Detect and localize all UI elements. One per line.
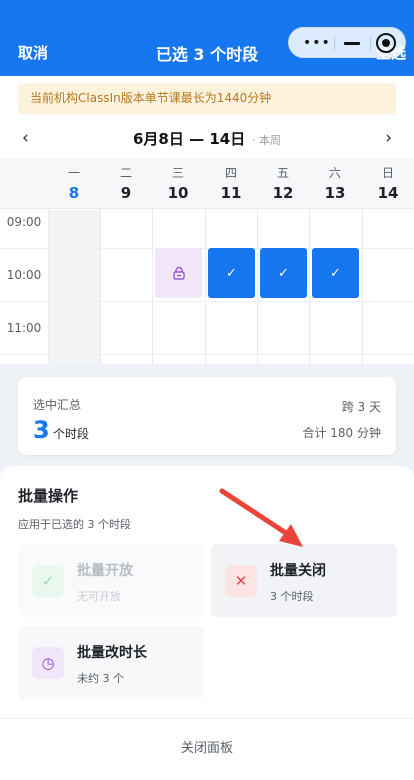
title-bar: 取消 已选 3 个时段 全选 ••• [0, 0, 414, 76]
day-header-mon[interactable]: 一 8 [48, 158, 100, 209]
summary-day-span: 跨 3 天 [341, 400, 381, 414]
weekday-label: 日 [381, 166, 394, 180]
sheet-title: 批量操作 [18, 487, 79, 505]
batch-close-button[interactable]: ✕ 批量关闭 3 个时段 [211, 544, 397, 617]
weekday-label: 六 [328, 166, 341, 180]
divider [0, 718, 414, 719]
capsule-divider [370, 36, 371, 51]
close-panel-button[interactable]: 关闭面板 [0, 737, 414, 756]
header: 取消 已选 3 个时段 全选 ••• 当前机构ClassIn版本单节课最长为14… [0, 0, 414, 122]
week-calendar: 一 8 二 9 三 10 四 11 五 12 六 13 日 14 09:00 1… [0, 158, 414, 364]
duration-notice: 当前机构ClassIn版本单节课最长为1440分钟 [18, 83, 396, 114]
selection-summary: 选中汇总 3 个时段 跨 3 天 合计 180 分钟 [18, 377, 396, 455]
summary-title: 选中汇总 [33, 398, 82, 412]
weekday-label: 二 [119, 166, 132, 180]
week-range-label: 6月8日 — 14日 [133, 130, 246, 148]
minimize-icon[interactable] [344, 42, 360, 45]
day-header-thu[interactable]: 四 11 [205, 158, 257, 209]
day-header-fri[interactable]: 五 12 [257, 158, 309, 209]
day-header-tue[interactable]: 二 9 [100, 158, 152, 209]
summary-count: 3 [33, 416, 50, 444]
weekday-label: 一 [67, 166, 80, 180]
grid-line [205, 209, 206, 364]
batch-close-label: 批量关闭 [270, 563, 326, 579]
selected-slot[interactable]: ✓ [260, 248, 307, 298]
batch-open-button[interactable]: ✓ 批量开放 无可开放 [18, 544, 204, 617]
date-label: 12 [272, 184, 294, 202]
date-label: 11 [220, 184, 242, 202]
lock-icon [172, 266, 185, 280]
check-glyph: ✓ [41, 572, 55, 590]
more-icon[interactable]: ••• [303, 35, 331, 51]
day-header-sat[interactable]: 六 13 [309, 158, 361, 209]
grid-line [100, 209, 101, 364]
batch-close-count: 3 个时段 [270, 590, 314, 603]
week-navigation: ‹ 6月8日 — 14日 · 本周 › [0, 122, 414, 158]
date-label: 9 [120, 184, 132, 202]
week-range: 6月8日 — 14日 · 本周 [0, 128, 414, 149]
batch-open-label: 批量开放 [77, 563, 133, 579]
grid-line [257, 209, 258, 364]
this-week-tag: · 本周 [251, 134, 281, 147]
grid-line [48, 209, 49, 364]
weekday-label: 五 [276, 166, 289, 180]
day-header-sun[interactable]: 日 14 [362, 158, 414, 209]
close-miniprogram-icon[interactable] [376, 33, 396, 53]
day-header-wed[interactable]: 三 10 [152, 158, 204, 209]
date-label: 10 [167, 184, 189, 202]
close-icon: ✕ [225, 565, 257, 597]
check-icon: ✓ [330, 265, 341, 281]
summary-unit: 个时段 [53, 427, 90, 441]
clock-icon: ◷ [32, 647, 64, 679]
check-icon: ✓ [278, 265, 289, 281]
check-icon: ✓ [32, 565, 64, 597]
clock-glyph: ◷ [41, 654, 55, 672]
batch-change-duration-button[interactable]: ◷ 批量改时长 未约 3 个 [18, 626, 204, 699]
time-label: 09:00 [6, 215, 42, 229]
weekday-label: 四 [224, 166, 237, 180]
locked-slot[interactable] [155, 248, 202, 298]
time-label: 10:00 [6, 268, 42, 282]
time-label: 11:00 [6, 321, 42, 335]
weekday-label: 三 [171, 166, 184, 180]
selected-slot[interactable]: ✓ [312, 248, 359, 298]
close-glyph: ✕ [234, 572, 248, 590]
date-label: 14 [377, 184, 399, 202]
grid-line [362, 209, 363, 364]
capsule-divider [334, 36, 335, 51]
grid-line [0, 354, 414, 355]
grid-line [152, 209, 153, 364]
date-label: 8 [68, 184, 80, 202]
date-label: 13 [324, 184, 346, 202]
batch-duration-count: 未约 3 个 [77, 672, 124, 685]
batch-open-status: 无可开放 [77, 590, 121, 603]
past-day-shade [48, 210, 100, 364]
batch-actions-sheet: 批量操作 应用于已选的 3 个时段 ✓ 批量开放 无可开放 ✕ 批量关闭 3 个… [0, 466, 414, 780]
grid-line [309, 209, 310, 364]
sheet-subtitle: 应用于已选的 3 个时段 [18, 518, 131, 531]
check-icon: ✓ [226, 265, 237, 281]
selected-slot[interactable]: ✓ [208, 248, 255, 298]
grid-line [0, 301, 414, 302]
batch-duration-label: 批量改时长 [77, 645, 147, 661]
calendar-header: 一 8 二 9 三 10 四 11 五 12 六 13 日 14 [0, 158, 414, 209]
mini-program-capsule: ••• [288, 27, 406, 58]
chevron-right-icon[interactable]: › [385, 128, 392, 148]
summary-total-minutes: 合计 180 分钟 [302, 426, 381, 440]
